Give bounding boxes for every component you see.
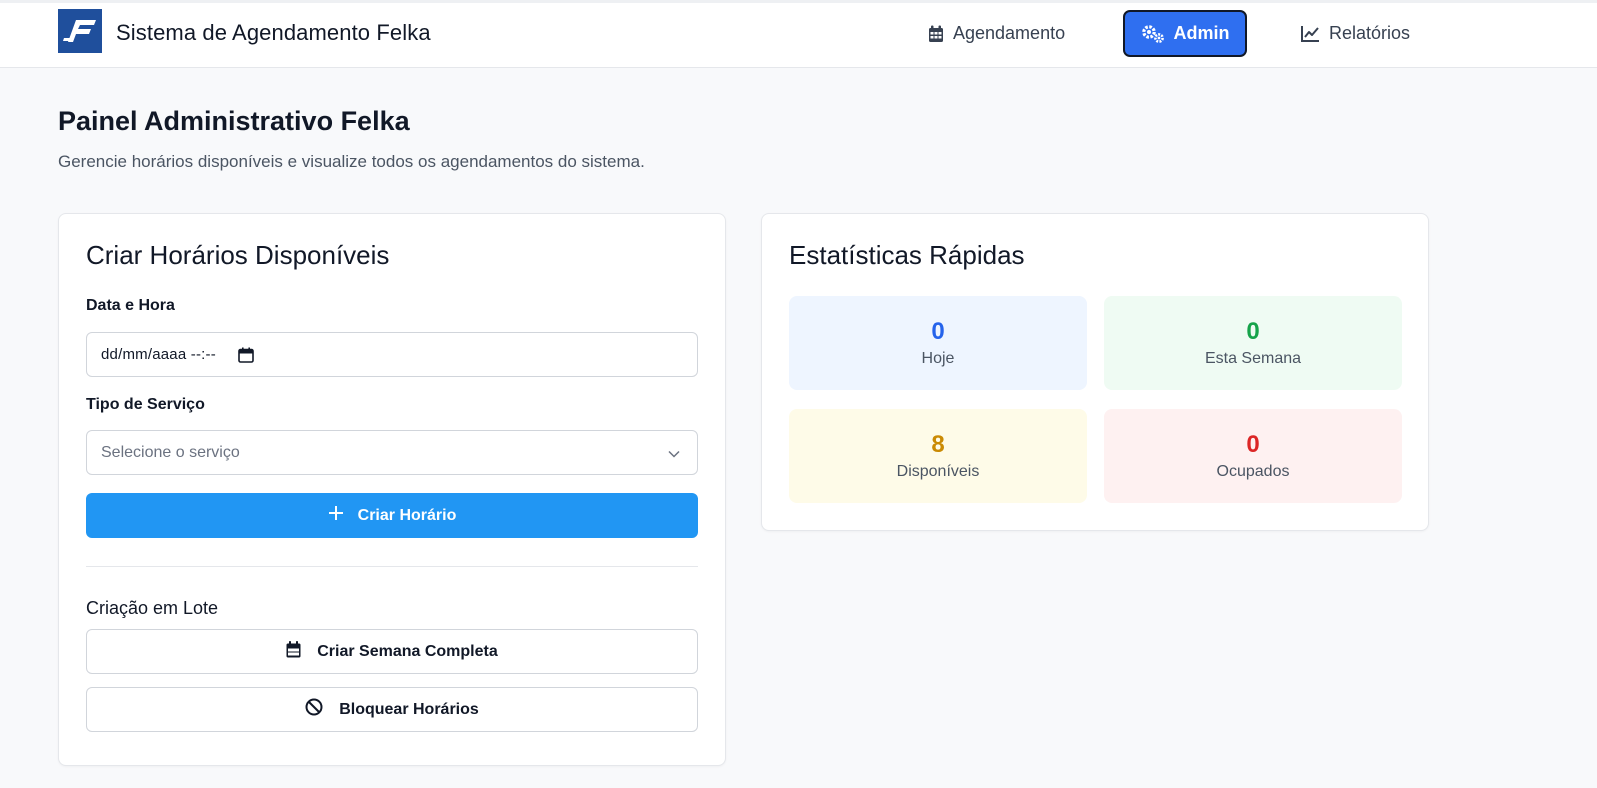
stat-week-label: Esta Semana bbox=[1204, 350, 1302, 367]
nav-relatorios[interactable]: Relatórios bbox=[1300, 10, 1410, 57]
stat-today-label: Hoje bbox=[921, 350, 955, 367]
page-subtitle: Gerencie horários disponíveis e visualiz… bbox=[58, 152, 645, 171]
calendar-icon bbox=[286, 640, 301, 663]
ban-icon bbox=[305, 698, 323, 721]
batch-section-title: Criação em Lote bbox=[86, 598, 219, 618]
stat-busy-value: 0 bbox=[1246, 431, 1260, 458]
calendar-picker-icon[interactable] bbox=[238, 347, 254, 363]
stat-today: 0 Hoje bbox=[789, 296, 1087, 390]
quick-stats-title: Estatísticas Rápidas bbox=[789, 240, 1025, 270]
create-slots-card: Criar Horários Disponíveis Data e Hora d… bbox=[58, 213, 726, 766]
create-slot-label: Criar Horário bbox=[357, 506, 457, 524]
felka-logo[interactable] bbox=[58, 9, 102, 53]
create-week-button[interactable]: Criar Semana Completa bbox=[86, 629, 698, 674]
datetime-placeholder: dd/mm/aaaa --:-- bbox=[101, 346, 216, 363]
service-placeholder: Selecione o serviço bbox=[101, 443, 240, 461]
stat-busy: 0 Ocupados bbox=[1104, 409, 1402, 503]
plus-icon bbox=[328, 505, 344, 526]
nav-admin-label: Admin bbox=[1173, 23, 1230, 43]
calendar-icon bbox=[928, 25, 944, 43]
chevron-down-icon bbox=[667, 446, 681, 463]
stat-week: 0 Esta Semana bbox=[1104, 296, 1402, 390]
create-slots-title: Criar Horários Disponíveis bbox=[86, 240, 390, 270]
nav-agendamento[interactable]: Agendamento bbox=[928, 10, 1065, 57]
section-divider bbox=[86, 566, 698, 567]
stat-today-value: 0 bbox=[931, 318, 945, 345]
create-slot-button[interactable]: Criar Horário bbox=[86, 493, 698, 538]
datetime-input[interactable]: dd/mm/aaaa --:-- bbox=[86, 332, 698, 377]
page-title: Painel Administrativo Felka bbox=[58, 106, 410, 136]
datetime-label: Data e Hora bbox=[86, 297, 175, 314]
stat-week-value: 0 bbox=[1246, 318, 1260, 345]
stat-busy-label: Ocupados bbox=[1216, 463, 1290, 480]
service-label: Tipo de Serviço bbox=[86, 396, 205, 413]
nav-agendamento-label: Agendamento bbox=[953, 23, 1066, 43]
stat-available: 8 Disponíveis bbox=[789, 409, 1087, 503]
block-slots-label: Bloquear Horários bbox=[339, 700, 479, 718]
quick-stats-card: Estatísticas Rápidas 0 Hoje 0 Esta Seman… bbox=[761, 213, 1429, 531]
nav-relatorios-label: Relatórios bbox=[1329, 23, 1411, 43]
block-slots-button[interactable]: Bloquear Horários bbox=[86, 687, 698, 732]
line-chart-icon bbox=[1300, 25, 1320, 43]
stat-available-value: 8 bbox=[931, 431, 945, 458]
nav-admin[interactable]: Admin bbox=[1123, 10, 1247, 57]
stat-available-label: Disponíveis bbox=[896, 463, 980, 480]
app-title: Sistema de Agendamento Felka bbox=[116, 20, 431, 45]
create-week-label: Criar Semana Completa bbox=[317, 642, 498, 660]
top-navbar: Sistema de Agendamento Felka Agendamento bbox=[0, 0, 1597, 68]
cogs-icon bbox=[1141, 24, 1165, 44]
service-select[interactable]: Selecione o serviço bbox=[86, 430, 698, 475]
